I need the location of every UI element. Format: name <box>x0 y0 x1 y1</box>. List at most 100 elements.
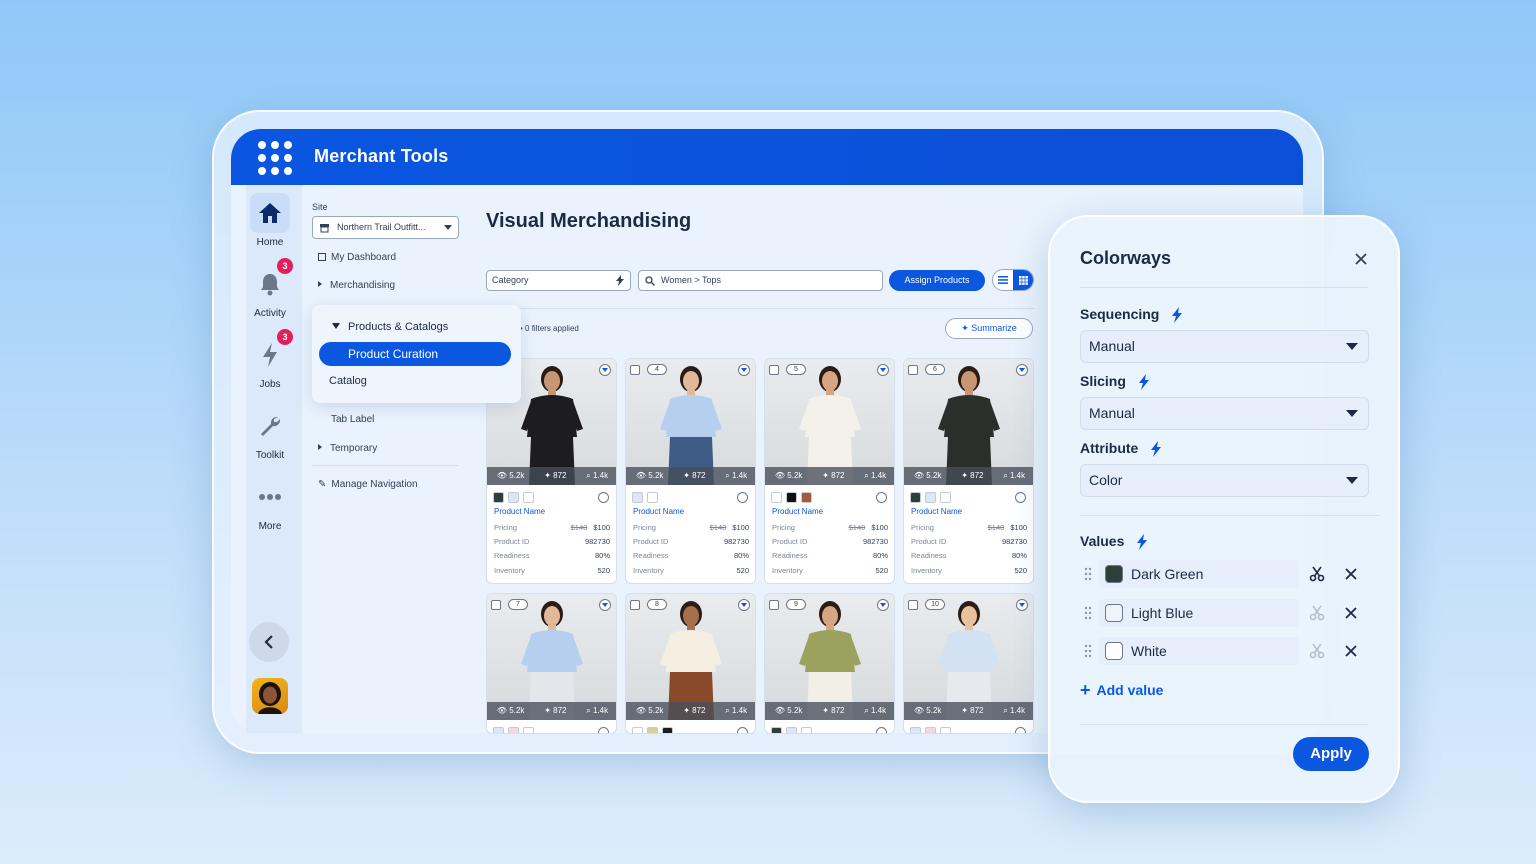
scissors-icon[interactable] <box>1309 643 1325 659</box>
color-swatch[interactable] <box>662 727 673 733</box>
color-swatch[interactable] <box>910 727 921 733</box>
product-name[interactable]: Product Name <box>633 507 684 516</box>
edit-icon[interactable] <box>737 492 748 503</box>
avatar[interactable] <box>252 678 288 714</box>
assign-products-button[interactable]: Assign Products <box>889 270 985 291</box>
nav-temporary[interactable]: Temporary <box>318 443 377 454</box>
sequencing-select[interactable]: Manual <box>1080 330 1369 363</box>
select-checkbox[interactable] <box>908 600 918 610</box>
color-swatch[interactable] <box>508 492 519 503</box>
color-swatch[interactable] <box>508 727 519 733</box>
color-swatch[interactable] <box>523 492 534 503</box>
color-swatch[interactable] <box>632 727 643 733</box>
color-swatch[interactable] <box>647 727 658 733</box>
edit-icon[interactable] <box>1015 727 1026 733</box>
select-checkbox[interactable] <box>630 365 640 375</box>
colorway-value-name: White <box>1131 643 1167 659</box>
product-card[interactable]: 6 👁 5.2k ✦ 872 ⌕ 1.4k Product Name Pricing $14… <box>903 358 1034 584</box>
color-swatch[interactable] <box>523 727 534 733</box>
drag-handle-icon[interactable] <box>1084 567 1092 581</box>
product-card[interactable]: 10 👁 5.2k ✦ 872 ⌕ 1.4k <box>903 593 1034 734</box>
remove-icon[interactable] <box>1344 606 1358 620</box>
rail-toolkit[interactable]: Toolkit <box>246 406 294 461</box>
view-toggle[interactable] <box>992 269 1034 291</box>
select-checkbox[interactable] <box>908 365 918 375</box>
select-checkbox[interactable] <box>630 600 640 610</box>
nav-tab-label-2[interactable]: Tab Label <box>331 414 374 425</box>
scissors-icon[interactable] <box>1309 605 1325 621</box>
color-swatch[interactable] <box>910 492 921 503</box>
drag-handle-icon[interactable] <box>1084 644 1092 658</box>
product-name[interactable]: Product Name <box>911 507 962 516</box>
grid-view-icon[interactable] <box>1013 270 1033 290</box>
colorway-value[interactable]: White <box>1099 637 1299 665</box>
scissors-icon[interactable] <box>1309 566 1325 582</box>
edit-icon[interactable] <box>598 492 609 503</box>
color-swatch[interactable] <box>925 492 936 503</box>
edit-icon[interactable] <box>1015 492 1026 503</box>
nav-manage-navigation[interactable]: ✎ Manage Navigation <box>318 479 418 490</box>
color-swatch[interactable] <box>771 492 782 503</box>
category-select[interactable]: Category <box>486 270 631 291</box>
drag-handle-icon[interactable] <box>1084 606 1092 620</box>
color-swatch[interactable] <box>493 492 504 503</box>
color-swatch[interactable] <box>647 492 658 503</box>
rail-more[interactable]: More <box>246 477 294 532</box>
more-icon <box>250 477 290 517</box>
chevron-down-icon[interactable] <box>1016 599 1028 611</box>
select-checkbox[interactable] <box>769 365 779 375</box>
color-swatch[interactable] <box>940 727 951 733</box>
nav-catalog[interactable]: Catalog <box>329 375 367 387</box>
app-launcher-icon[interactable] <box>258 141 292 175</box>
chevron-down-icon[interactable] <box>599 599 611 611</box>
product-card[interactable]: 8 👁 5.2k ✦ 872 ⌕ 1.4k <box>625 593 756 734</box>
apply-button[interactable]: Apply <box>1293 737 1369 771</box>
chevron-down-icon[interactable] <box>1016 364 1028 376</box>
slicing-select[interactable]: Manual <box>1080 397 1369 430</box>
product-card[interactable]: 9 👁 5.2k ✦ 872 ⌕ 1.4k <box>764 593 895 734</box>
chevron-down-icon[interactable] <box>599 364 611 376</box>
color-swatch[interactable] <box>632 492 643 503</box>
remove-icon[interactable] <box>1344 644 1358 658</box>
collapse-button[interactable] <box>249 622 289 662</box>
color-swatch[interactable] <box>771 727 782 733</box>
product-card[interactable]: 7 👁 5.2k ✦ 872 ⌕ 1.4k <box>486 593 617 734</box>
colorway-value[interactable]: Light Blue <box>1099 599 1299 627</box>
color-swatch[interactable] <box>801 727 812 733</box>
chevron-down-icon[interactable] <box>738 599 750 611</box>
nav-products-catalogs[interactable]: Products & Catalogs <box>332 321 448 333</box>
nav-product-curation[interactable]: Product Curation <box>319 342 511 366</box>
edit-icon[interactable] <box>737 727 748 733</box>
list-view-icon[interactable] <box>993 270 1013 290</box>
chevron-down-icon[interactable] <box>877 599 889 611</box>
nav-merchandising[interactable]: Merchandising <box>318 280 395 291</box>
summarize-button[interactable]: ✦ Summarize <box>945 318 1033 339</box>
color-swatch[interactable] <box>786 727 797 733</box>
search-icon: ⌕ <box>1003 706 1008 715</box>
search-input[interactable]: Women > Tops <box>638 270 883 291</box>
site-select[interactable]: Northern Trail Outfitt... <box>312 216 459 239</box>
edit-icon[interactable] <box>876 727 887 733</box>
attribute-select[interactable]: Color <box>1080 464 1369 497</box>
product-name[interactable]: Product Name <box>494 507 545 516</box>
color-swatch[interactable] <box>786 492 797 503</box>
color-swatch[interactable] <box>493 727 504 733</box>
close-icon[interactable] <box>1352 250 1370 268</box>
rail-home[interactable]: Home <box>246 193 294 248</box>
color-swatch[interactable] <box>940 492 951 503</box>
chevron-down-icon[interactable] <box>877 364 889 376</box>
select-checkbox[interactable] <box>491 600 501 610</box>
product-card[interactable]: 4 👁 5.2k ✦ 872 ⌕ 1.4k Product Name Pricing $14… <box>625 358 756 584</box>
product-card[interactable]: 5 👁 5.2k ✦ 872 ⌕ 1.4k Product Name Pricing $14… <box>764 358 895 584</box>
color-swatch[interactable] <box>801 492 812 503</box>
remove-icon[interactable] <box>1344 567 1358 581</box>
product-name[interactable]: Product Name <box>772 507 823 516</box>
chevron-down-icon[interactable] <box>738 364 750 376</box>
edit-icon[interactable] <box>876 492 887 503</box>
add-value-button[interactable]: + Add value <box>1080 680 1163 701</box>
select-checkbox[interactable] <box>769 600 779 610</box>
color-swatch[interactable] <box>925 727 936 733</box>
colorway-value[interactable]: Dark Green <box>1099 560 1299 588</box>
nav-my-dashboard[interactable]: My Dashboard <box>318 252 396 263</box>
edit-icon[interactable] <box>598 727 609 733</box>
